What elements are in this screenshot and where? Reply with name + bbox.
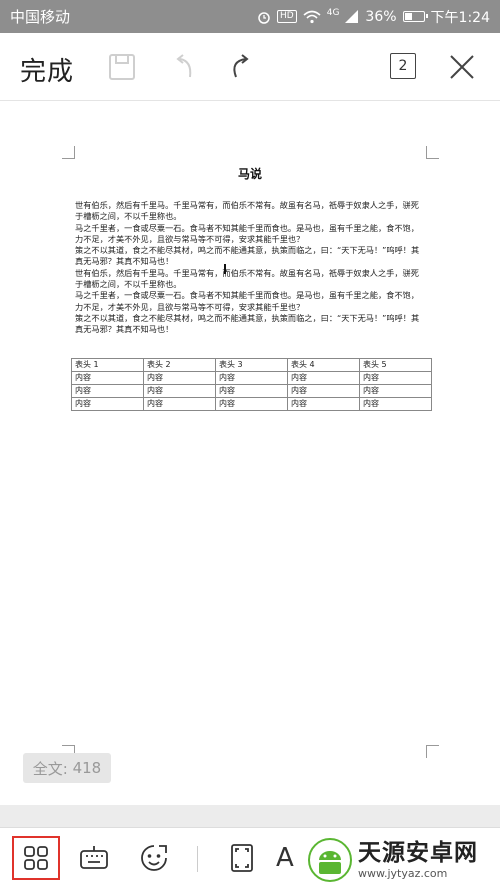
document-table[interactable]: 表头 1 表头 2 表头 3 表头 4 表头 5 内容 内容 内容 内容 内容 … (71, 358, 432, 411)
page-corner-mark (426, 146, 439, 159)
paragraph: 策之不以其道，食之不能尽其材，鸣之而不能通其意，执策而临之，曰：“天下无马！”呜… (75, 312, 420, 335)
page-corner-mark (426, 745, 439, 758)
clock: 下午1:24 (430, 9, 490, 26)
table-cell[interactable]: 内容 (287, 397, 360, 411)
table-header-cell[interactable]: 表头 1 (71, 358, 144, 372)
battery-icon (402, 11, 428, 22)
apps-icon[interactable] (12, 836, 60, 880)
editor-toolbar: 完成 2 (0, 33, 500, 101)
wifi-icon (303, 10, 321, 23)
table-row: 内容 内容 内容 内容 内容 (71, 397, 432, 411)
status-bar: 中国移动 HD 4G 36% 下午1:24 (0, 0, 500, 33)
separator (0, 805, 500, 827)
signal-icon (345, 10, 359, 23)
document-canvas[interactable]: 马说 世有伯乐，然后有千里马。千里马常有，而伯乐不常有。故虽有名马，祇辱于奴隶人… (0, 101, 500, 805)
network-type: 4G (326, 7, 340, 18)
alarm-icon (258, 11, 270, 24)
table-header-cell[interactable]: 表头 2 (143, 358, 216, 372)
table-row: 内容 内容 内容 内容 内容 (71, 384, 432, 398)
emoji-icon[interactable] (130, 836, 178, 880)
table-row: 内容 内容 内容 内容 内容 (71, 371, 432, 385)
close-icon[interactable] (446, 51, 478, 83)
carrier-label: 中国移动 (10, 8, 71, 26)
font-glyph: A (276, 843, 294, 873)
table-cell[interactable]: 内容 (71, 397, 144, 411)
table-header-cell[interactable]: 表头 4 (287, 358, 360, 372)
table-cell[interactable]: 内容 (143, 397, 216, 411)
android-logo-icon (308, 838, 352, 882)
battery-percent: 36% (365, 8, 397, 25)
redo-icon[interactable] (226, 51, 258, 83)
table-cell[interactable]: 内容 (359, 371, 432, 385)
document-title: 马说 (237, 167, 262, 181)
word-count-value: 418 (72, 759, 102, 777)
status-icons: HD 4G 36% 下午1:24 (257, 7, 490, 27)
document-body[interactable]: 世有伯乐，然后有千里马。千里马常有，而伯乐不常有。故虽有名马，祇辱于奴隶人之手，… (75, 200, 427, 336)
table-cell[interactable]: 内容 (215, 397, 288, 411)
site-watermark-logo: 天源安卓网 www.jytyaz.com (308, 838, 478, 882)
paragraph: 世有伯乐，然后有千里马。千里马常有，而伯乐不常有。故虽有名马，祇辱于奴隶人之手，… (75, 267, 419, 290)
paragraph: 马之千里者，一食或尽粟一石。食马者不知其能千里而食也。是马也，虽有千里之能，食不… (75, 290, 419, 312)
table-cell[interactable]: 内容 (143, 371, 216, 385)
paragraph: 世有伯乐，然后有千里马。千里马常有，而伯乐不常有。故虽有名马，祇辱于奴隶人之手，… (75, 200, 419, 222)
table-cell[interactable]: 内容 (143, 384, 216, 398)
table-cell[interactable]: 内容 (215, 371, 288, 385)
page-corner-mark (62, 146, 75, 159)
table-cell[interactable]: 内容 (287, 371, 360, 385)
text-cursor (224, 264, 226, 274)
fullscreen-icon[interactable] (218, 836, 266, 880)
page-count-button[interactable]: 2 (390, 53, 416, 79)
undo-icon[interactable] (166, 51, 198, 83)
keyboard-icon[interactable] (70, 836, 118, 880)
table-cell[interactable]: 内容 (215, 384, 288, 398)
paragraph: 马之千里者，一食或尽粟一石。食马者不知其能千里而食也。是马也，虽有千里之能，食不… (75, 222, 419, 244)
table-header-row: 表头 1 表头 2 表头 3 表头 4 表头 5 (71, 358, 432, 372)
font-icon[interactable]: A (276, 836, 306, 880)
table-header-cell[interactable]: 表头 3 (215, 358, 288, 372)
table-cell[interactable]: 内容 (359, 397, 432, 411)
toolbar-divider (197, 846, 198, 872)
table-cell[interactable]: 内容 (287, 384, 360, 398)
paragraph: 策之不以其道，食之不能尽其材，鸣之而不能通其意，执策而临之，曰：“天下无马！”呜… (75, 245, 420, 267)
word-count-badge: 全文: 418 (23, 753, 111, 783)
word-count-label: 全文: (32, 759, 68, 778)
table-cell[interactable]: 内容 (71, 384, 144, 398)
table-header-cell[interactable]: 表头 5 (359, 358, 432, 372)
save-icon[interactable] (106, 51, 138, 83)
table-cell[interactable]: 内容 (71, 371, 144, 385)
hd-badge: HD (277, 10, 297, 23)
table-cell[interactable]: 内容 (359, 384, 432, 398)
done-button[interactable]: 完成 (20, 51, 74, 88)
